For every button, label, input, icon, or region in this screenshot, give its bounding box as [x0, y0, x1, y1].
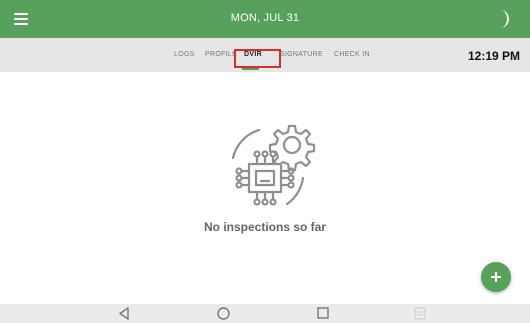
- date-title[interactable]: MON, JUL 31: [0, 12, 530, 24]
- app-header: MON, JUL 31: [0, 0, 530, 38]
- tab-profile[interactable]: PROFILE: [205, 51, 237, 58]
- tab-check-in[interactable]: CHECK IN: [334, 51, 370, 58]
- plus-icon: [491, 272, 501, 282]
- keyboard-icon[interactable]: [414, 307, 426, 320]
- highlight-annotation: [234, 49, 281, 68]
- active-tab-indicator: [242, 68, 259, 70]
- recents-icon[interactable]: [317, 307, 329, 319]
- home-icon[interactable]: [217, 307, 230, 320]
- empty-state-message: No inspections so far: [203, 220, 327, 234]
- clock: 12:19 PM: [467, 49, 520, 63]
- circuit-gear-icon: [231, 124, 316, 206]
- system-navigation-bar: [0, 304, 530, 323]
- tab-logs[interactable]: LOGS: [174, 51, 195, 58]
- add-inspection-button[interactable]: [481, 262, 511, 292]
- moon-icon[interactable]: [494, 9, 512, 29]
- back-icon[interactable]: [118, 307, 130, 320]
- tab-signature[interactable]: SIGNATURE: [281, 51, 323, 58]
